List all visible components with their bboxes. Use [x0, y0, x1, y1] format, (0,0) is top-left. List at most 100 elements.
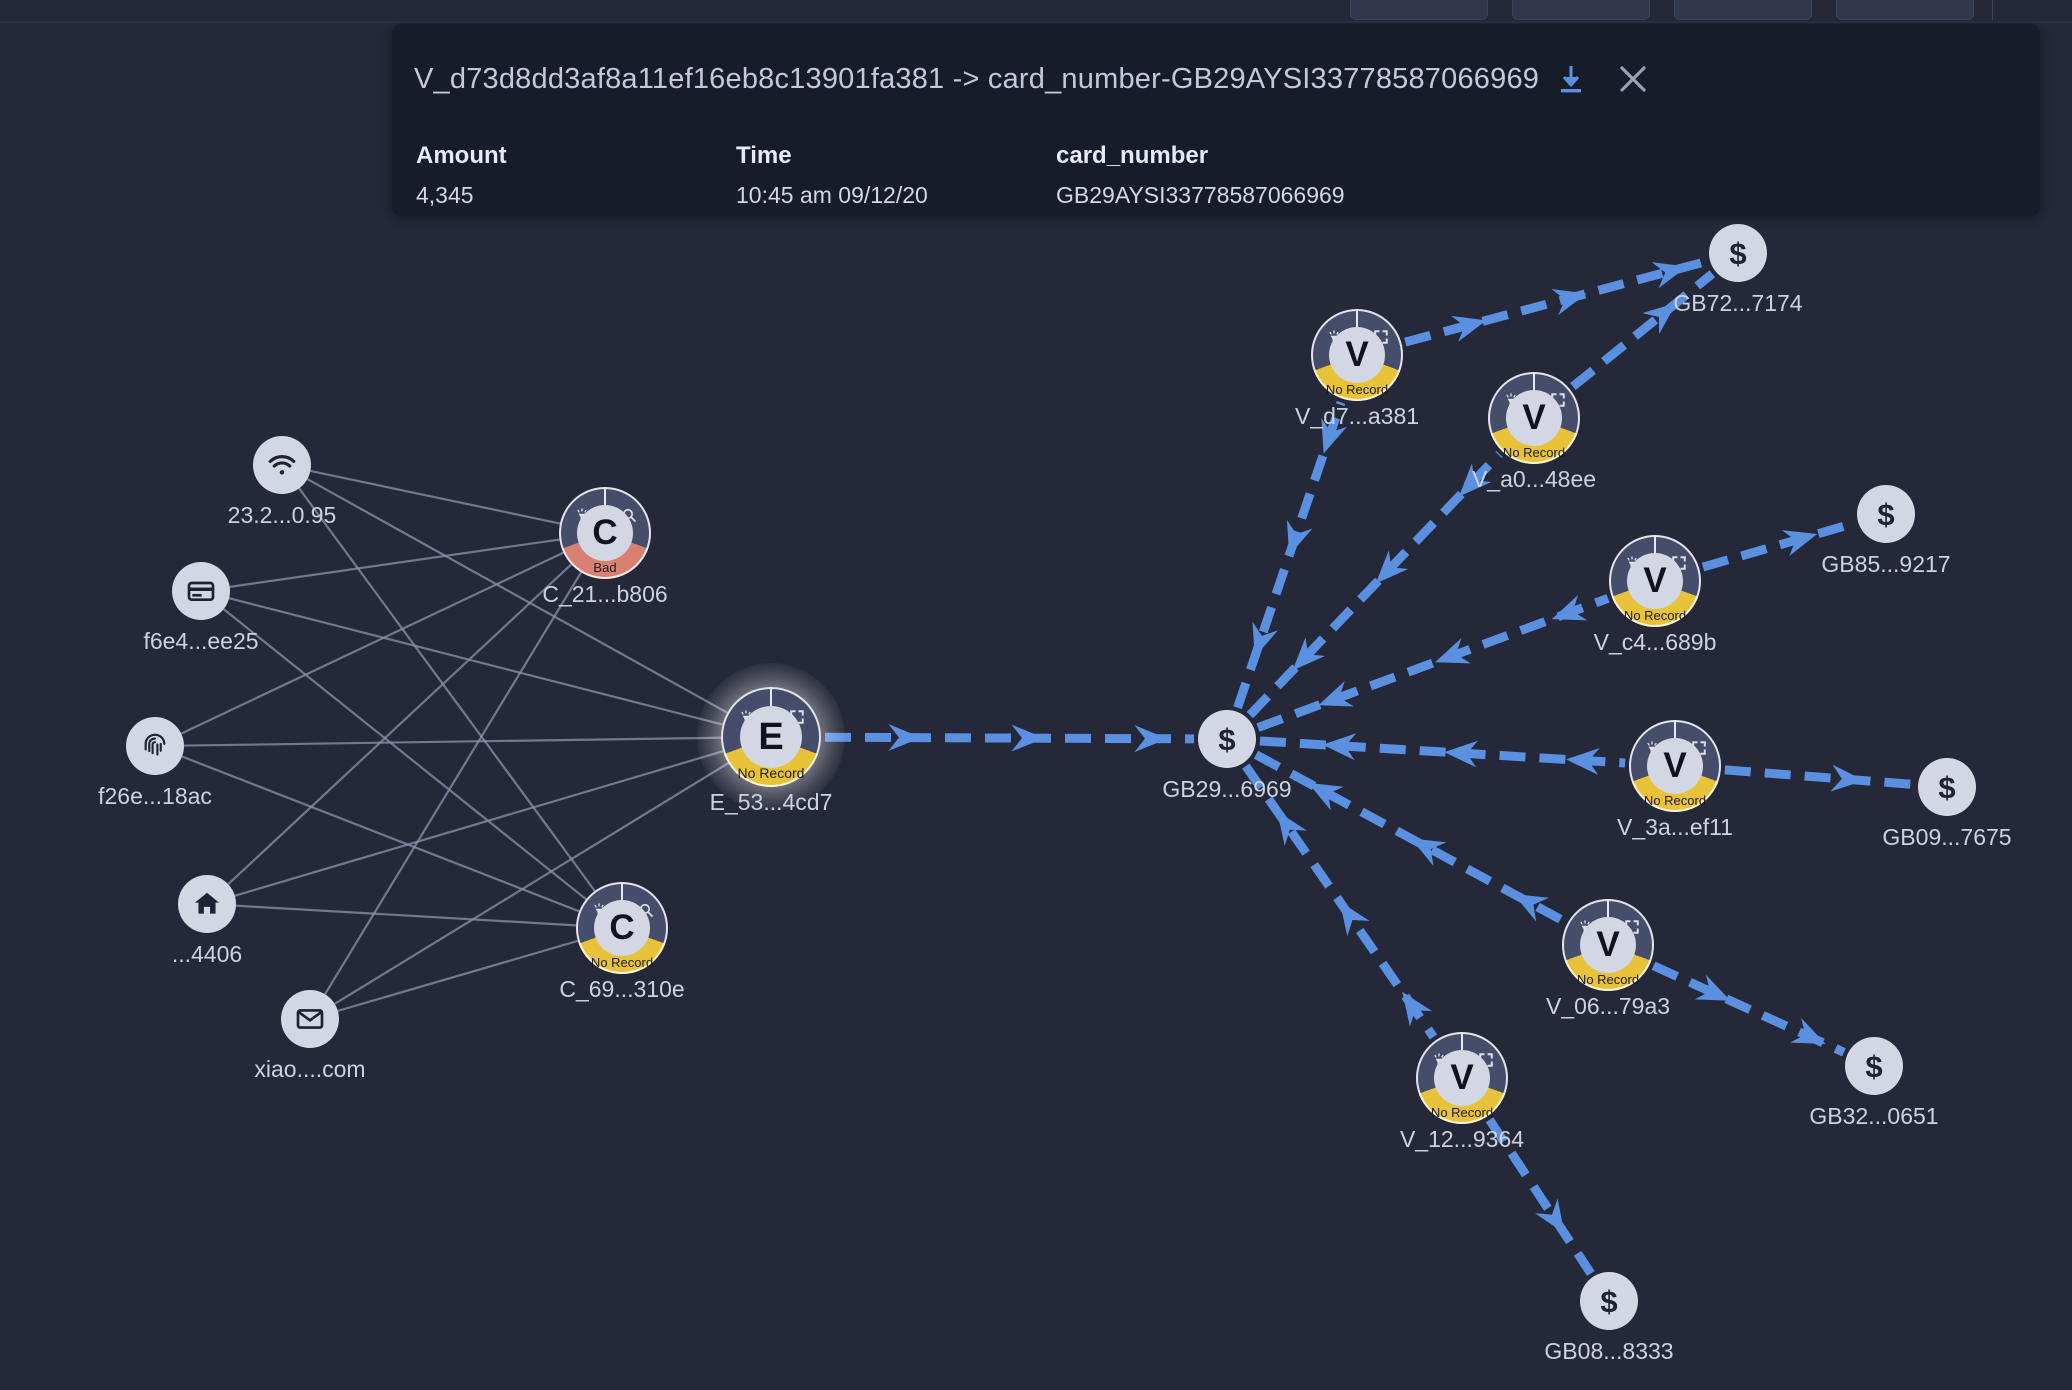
fingerprint-icon [144, 733, 166, 756]
node-label: V_12...9364 [1399, 1126, 1525, 1152]
node-circle[interactable] [253, 436, 311, 494]
graph-node-c69[interactable]: C No Record C_69...310e [559, 882, 685, 1002]
graph-node-hub[interactable]: $ GB29...6969 [1162, 710, 1292, 802]
node-label: V_06...79a3 [1545, 993, 1671, 1019]
node-label: ...4406 [171, 941, 243, 967]
node-circle[interactable]: $ [1845, 1037, 1903, 1095]
ring-separator [1654, 535, 1656, 555]
node-label: f26e...18ac [98, 783, 212, 809]
panel-fields: Amount 4,345 Time 10:45 am 09/12/20 card… [416, 142, 1656, 209]
graph-node-card[interactable]: f6e4...ee25 [143, 562, 259, 654]
node-letter: V [1647, 738, 1703, 794]
ring-separator [604, 487, 606, 507]
node-circle[interactable]: $ [1857, 485, 1915, 543]
node-circle[interactable]: $ [1918, 758, 1976, 816]
node-donut[interactable]: E No Record [697, 663, 845, 811]
node-circle[interactable] [178, 875, 236, 933]
graph-node-ip[interactable]: 23.2...0.95 [228, 436, 336, 528]
panel-title-row: V_d73d8dd3af8a11ef16eb8c13901fa381 -> ca… [414, 56, 2018, 102]
wifi-icon [268, 455, 296, 475]
node-circle[interactable]: $ [1580, 1272, 1638, 1330]
node-letter: V [1434, 1050, 1490, 1106]
graph-node-gb72[interactable]: $ GB72...7174 [1673, 224, 1803, 316]
field-time: Time 10:45 am 09/12/20 [736, 142, 1056, 209]
graph-node-vd7[interactable]: V No Record V_d7...a381 [1295, 309, 1419, 429]
field-amount-value: 4,345 [416, 182, 474, 208]
graph-node-address[interactable]: ...4406 [172, 875, 242, 967]
node-letter: C [594, 900, 650, 956]
dollar-icon: $ [1729, 235, 1747, 271]
graph-node-device[interactable]: f26e...18ac [98, 717, 212, 809]
node-label: 23.2...0.95 [227, 502, 337, 528]
node-circle[interactable] [281, 990, 339, 1048]
node-label: GB85...9217 [1821, 551, 1951, 577]
ring-separator [1533, 372, 1535, 392]
dollar-icon: $ [1600, 1283, 1618, 1319]
ring-separator [1356, 309, 1358, 329]
download-icon[interactable] [1557, 64, 1585, 94]
node-label: f6e4...ee25 [143, 628, 259, 654]
node-letter: C [577, 505, 633, 561]
graph-node-v3a[interactable]: V No Record V_3a...ef11 [1617, 720, 1733, 840]
ring-separator [621, 882, 623, 902]
node-circle[interactable]: $ [1198, 710, 1256, 768]
node-label: C_21...b806 [542, 581, 668, 607]
node-label: C_69...310e [559, 976, 685, 1002]
node-donut[interactable]: C Bad [559, 487, 651, 579]
node-label: V_c4...689b [1593, 629, 1717, 655]
graph-node-gb32[interactable]: $ GB32...0651 [1809, 1037, 1939, 1129]
panel-title: V_d73d8dd3af8a11ef16eb8c13901fa381 -> ca… [414, 62, 1540, 95]
dollar-icon: $ [1865, 1048, 1883, 1084]
node-label: GB09...7675 [1882, 824, 2012, 850]
graph-node-v06[interactable]: V No Record V_06...79a3 [1546, 899, 1670, 1019]
graph-node-gb09[interactable]: $ GB09...7675 [1882, 758, 2012, 850]
node-donut[interactable]: V No Record [1311, 309, 1403, 401]
dollar-icon: $ [1218, 721, 1236, 757]
graph-node-v12[interactable]: V No Record V_12...9364 [1400, 1032, 1524, 1152]
credit-card-icon [187, 581, 215, 601]
node-donut[interactable]: V No Record [1562, 899, 1654, 991]
node-letter: E [740, 706, 802, 768]
node-circle[interactable] [126, 717, 184, 775]
node-label: GB08...8333 [1544, 1338, 1674, 1364]
ring-separator [1461, 1032, 1463, 1052]
node-donut[interactable]: V No Record [1416, 1032, 1508, 1124]
ring-separator [1674, 720, 1676, 740]
node-label: V_d7...a381 [1294, 403, 1420, 429]
home-icon [195, 892, 219, 914]
field-amount-label: Amount [416, 142, 507, 169]
graph-node-vc4[interactable]: V No Record V_c4...689b [1594, 535, 1716, 655]
node-donut[interactable]: C No Record [576, 882, 668, 974]
graph-node-gb85[interactable]: $ GB85...9217 [1821, 485, 1951, 577]
node-donut[interactable]: V No Record [1609, 535, 1701, 627]
node-label: V_3a...ef11 [1617, 814, 1733, 840]
dollar-icon: $ [1877, 496, 1895, 532]
node-letter: V [1329, 327, 1385, 383]
field-card-number: card_number GB29AYSI33778587066969 [1056, 142, 1656, 209]
graph-explorer-screen: 23.2...0.95 f6e4...ee25 f26e...18ac ...4406… [0, 0, 2072, 1390]
dollar-icon: $ [1938, 769, 1956, 805]
graph-node-e53[interactable]: E No Record E_53...4cd7 [697, 663, 845, 815]
node-letter: V [1506, 390, 1562, 446]
node-label: GB32...0651 [1809, 1103, 1939, 1129]
graph-node-c21[interactable]: C Bad C_21...b806 [542, 487, 668, 607]
field-card-number-label: card_number [1056, 142, 1209, 169]
graph-node-email[interactable]: xiao....com [254, 990, 366, 1082]
close-icon[interactable] [1617, 63, 1649, 95]
node-label: GB72...7174 [1673, 290, 1803, 316]
graph-node-gb08[interactable]: $ GB08...8333 [1544, 1272, 1674, 1364]
node-letter: V [1580, 917, 1636, 973]
node-label: E_53...4cd7 [709, 789, 833, 815]
node-label: xiao....com [254, 1056, 366, 1082]
envelope-icon [296, 1009, 324, 1029]
field-amount: Amount 4,345 [416, 142, 736, 209]
node-donut[interactable]: V No Record [1629, 720, 1721, 812]
edge-details-panel: V_d73d8dd3af8a11ef16eb8c13901fa381 -> ca… [392, 24, 2040, 216]
node-donut[interactable]: V No Record [1488, 372, 1580, 464]
node-circle[interactable] [172, 562, 230, 620]
node-label: GB29...6969 [1162, 776, 1292, 802]
ring-separator [1607, 899, 1609, 919]
graph-node-va0[interactable]: V No Record V_a0...48ee [1472, 372, 1596, 492]
field-time-label: Time [736, 142, 792, 169]
node-circle[interactable]: $ [1709, 224, 1767, 282]
